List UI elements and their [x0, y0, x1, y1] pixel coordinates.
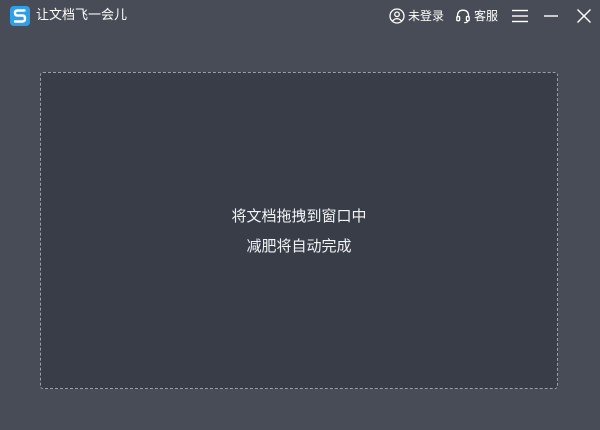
menu-button[interactable]: [511, 7, 529, 25]
minimize-button[interactable]: [542, 7, 560, 25]
title-bar: 让文档飞一会儿 未登录 客服: [0, 0, 600, 32]
close-icon: [577, 9, 591, 23]
drop-instruction-line-1: 将文档拖拽到窗口中: [231, 207, 367, 225]
app-logo-icon: [10, 6, 30, 26]
login-label: 未登录: [408, 9, 445, 23]
app-title: 让文档飞一会儿: [36, 8, 128, 23]
user-circle-icon: [389, 8, 405, 24]
file-drop-zone[interactable]: 将文档拖拽到窗口中 减肥将自动完成: [40, 72, 558, 389]
headset-icon: [456, 9, 470, 24]
drop-instruction-line-2: 减肥将自动完成: [246, 237, 352, 255]
customer-service-label: 客服: [474, 9, 499, 23]
hamburger-menu-icon: [512, 9, 528, 23]
customer-service-button[interactable]: 客服: [455, 7, 498, 25]
minimize-icon: [544, 15, 558, 17]
login-button[interactable]: 未登录: [389, 7, 444, 25]
close-button[interactable]: [575, 7, 593, 25]
